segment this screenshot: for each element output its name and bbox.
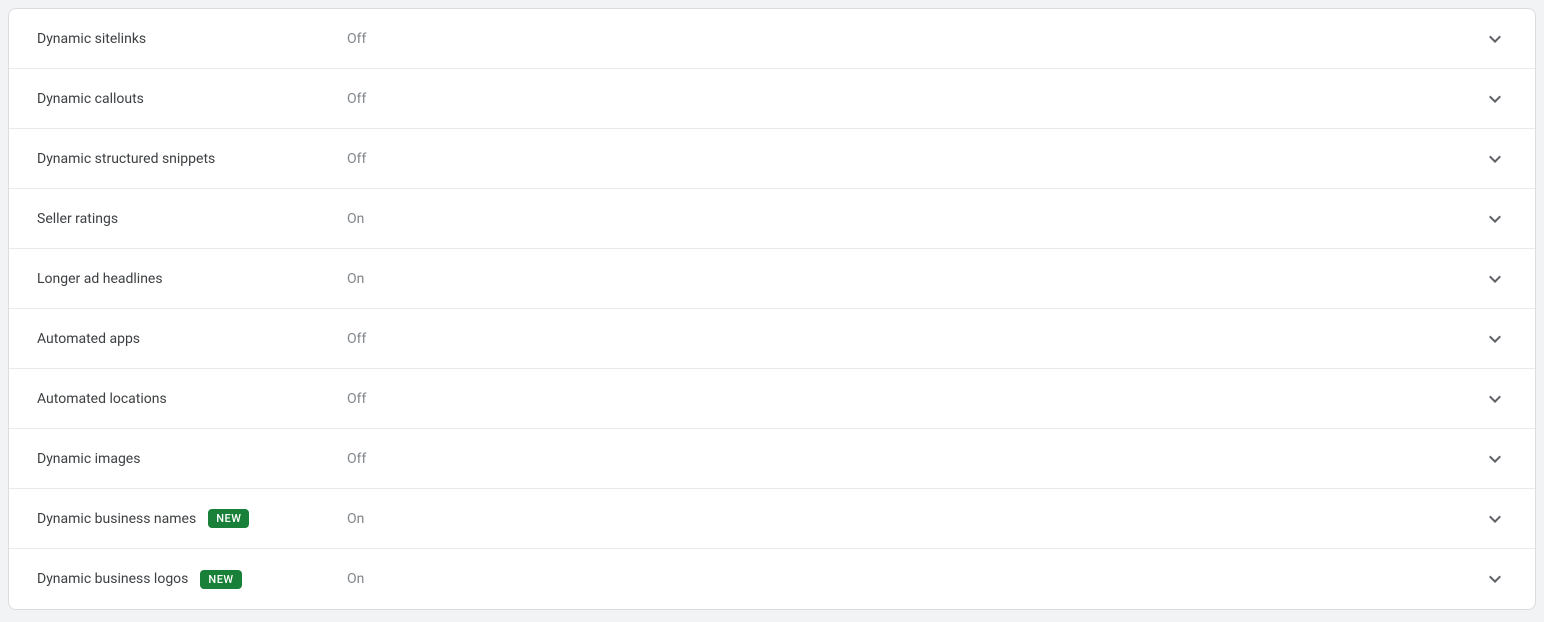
setting-label: Dynamic structured snippets bbox=[37, 151, 215, 167]
chevron-down-icon bbox=[1483, 87, 1507, 111]
setting-row-dynamic-sitelinks[interactable]: Dynamic sitelinks Off bbox=[9, 9, 1535, 69]
chevron-down-icon bbox=[1483, 147, 1507, 171]
setting-row-dynamic-business-names[interactable]: Dynamic business names NEW On bbox=[9, 489, 1535, 549]
setting-label: Dynamic business logos bbox=[37, 571, 188, 587]
chevron-down-icon bbox=[1483, 447, 1507, 471]
chevron-down-icon bbox=[1483, 267, 1507, 291]
setting-label-wrap: Dynamic structured snippets bbox=[37, 151, 347, 167]
setting-row-dynamic-business-logos[interactable]: Dynamic business logos NEW On bbox=[9, 549, 1535, 609]
setting-label: Dynamic sitelinks bbox=[37, 31, 146, 47]
setting-status: On bbox=[347, 511, 1483, 527]
setting-label-wrap: Dynamic business logos NEW bbox=[37, 570, 347, 589]
setting-row-longer-ad-headlines[interactable]: Longer ad headlines On bbox=[9, 249, 1535, 309]
settings-panel: Dynamic sitelinks Off Dynamic callouts O… bbox=[8, 8, 1536, 610]
setting-label-wrap: Seller ratings bbox=[37, 211, 347, 227]
setting-row-dynamic-structured-snippets[interactable]: Dynamic structured snippets Off bbox=[9, 129, 1535, 189]
chevron-down-icon bbox=[1483, 27, 1507, 51]
setting-label: Dynamic images bbox=[37, 451, 140, 467]
setting-label-wrap: Automated apps bbox=[37, 331, 347, 347]
setting-label: Dynamic business names bbox=[37, 511, 196, 527]
setting-label: Automated apps bbox=[37, 331, 140, 347]
setting-status: Off bbox=[347, 331, 1483, 347]
setting-status: Off bbox=[347, 31, 1483, 47]
setting-status: On bbox=[347, 571, 1483, 587]
setting-label-wrap: Dynamic business names NEW bbox=[37, 509, 347, 528]
setting-label-wrap: Dynamic images bbox=[37, 451, 347, 467]
setting-status: Off bbox=[347, 151, 1483, 167]
setting-status: Off bbox=[347, 91, 1483, 107]
setting-status: Off bbox=[347, 451, 1483, 467]
setting-label: Longer ad headlines bbox=[37, 271, 163, 287]
setting-label-wrap: Dynamic sitelinks bbox=[37, 31, 347, 47]
setting-label: Seller ratings bbox=[37, 211, 118, 227]
setting-row-automated-locations[interactable]: Automated locations Off bbox=[9, 369, 1535, 429]
setting-row-dynamic-images[interactable]: Dynamic images Off bbox=[9, 429, 1535, 489]
chevron-down-icon bbox=[1483, 567, 1507, 591]
setting-label: Dynamic callouts bbox=[37, 91, 144, 107]
setting-label-wrap: Automated locations bbox=[37, 391, 347, 407]
chevron-down-icon bbox=[1483, 327, 1507, 351]
setting-label-wrap: Dynamic callouts bbox=[37, 91, 347, 107]
chevron-down-icon bbox=[1483, 207, 1507, 231]
chevron-down-icon bbox=[1483, 387, 1507, 411]
chevron-down-icon bbox=[1483, 507, 1507, 531]
setting-label: Automated locations bbox=[37, 391, 167, 407]
setting-row-seller-ratings[interactable]: Seller ratings On bbox=[9, 189, 1535, 249]
new-badge: NEW bbox=[200, 570, 241, 589]
setting-status: Off bbox=[347, 391, 1483, 407]
new-badge: NEW bbox=[208, 509, 249, 528]
setting-status: On bbox=[347, 271, 1483, 287]
setting-status: On bbox=[347, 211, 1483, 227]
setting-row-automated-apps[interactable]: Automated apps Off bbox=[9, 309, 1535, 369]
setting-label-wrap: Longer ad headlines bbox=[37, 271, 347, 287]
setting-row-dynamic-callouts[interactable]: Dynamic callouts Off bbox=[9, 69, 1535, 129]
